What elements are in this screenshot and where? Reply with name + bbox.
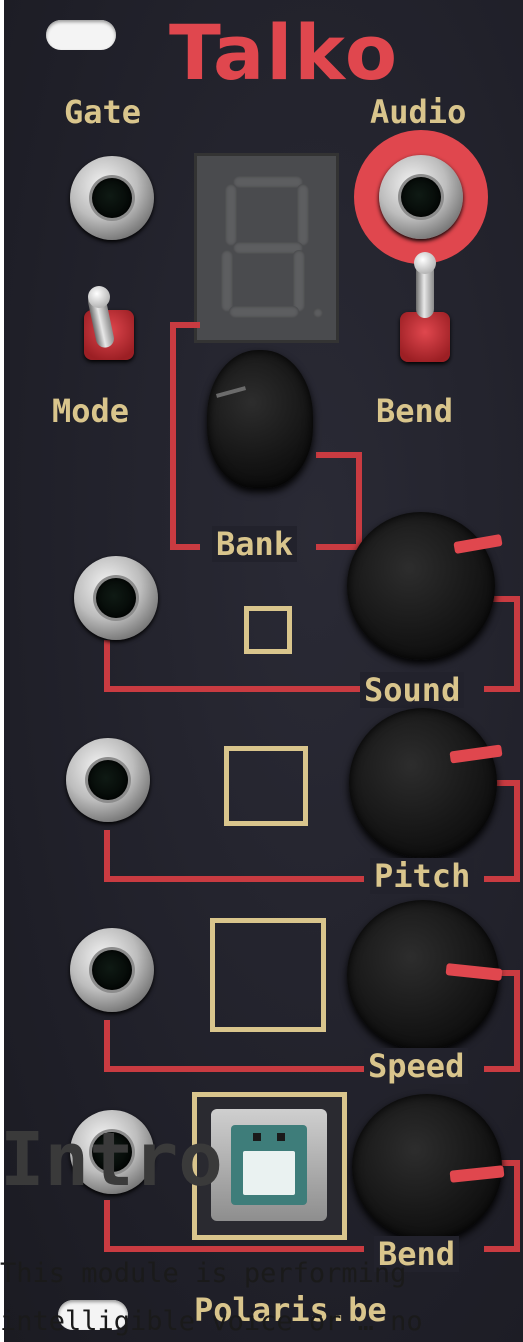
sound-cv-led	[244, 606, 292, 654]
bank-bracket-right	[316, 452, 362, 550]
audio-label: Audio	[370, 93, 467, 131]
usb-connector	[243, 1151, 295, 1195]
segment-g	[233, 242, 303, 254]
usb-port[interactable]	[211, 1109, 327, 1221]
audio-output-jack[interactable]	[379, 155, 463, 239]
pitch-label: Pitch	[370, 858, 475, 894]
segment-d	[229, 306, 299, 318]
sound-cv-jack[interactable]	[74, 556, 158, 640]
segment-c	[293, 250, 305, 312]
segment-f	[225, 184, 237, 246]
mounting-hole-top	[46, 20, 116, 50]
sound-bracket-left	[104, 640, 364, 692]
bend-toggle-base	[400, 312, 450, 362]
usb-pin-right	[277, 1133, 285, 1141]
segment-a	[233, 176, 303, 188]
sound-label: Sound	[360, 672, 465, 708]
gate-label: Gate	[64, 93, 142, 131]
segment-dp	[313, 308, 323, 318]
sound-knob[interactable]	[347, 512, 495, 660]
pitch-bracket-left	[104, 830, 364, 882]
speed-label: Speed	[364, 1048, 469, 1084]
bend-toggle-tip	[414, 252, 436, 274]
speed-cv-jack[interactable]	[70, 928, 154, 1012]
segment-e	[221, 250, 233, 312]
pitch-cv-jack[interactable]	[66, 738, 150, 822]
mode-toggle-tip	[88, 286, 110, 308]
bank-label: Bank	[212, 526, 298, 562]
intro-heading: Intro	[0, 1117, 223, 1203]
gate-input-jack[interactable]	[70, 156, 154, 240]
pitch-knob[interactable]	[349, 708, 497, 858]
speed-cv-led	[210, 918, 326, 1032]
bend-toggle-label: Bend	[376, 392, 454, 430]
usb-pin-left	[253, 1133, 261, 1141]
usb-port-inner	[231, 1125, 307, 1205]
bank-bracket-left	[170, 322, 200, 550]
module-title: Talko	[168, 8, 400, 97]
mode-label: Mode	[52, 392, 130, 430]
segment-b	[297, 184, 309, 246]
intro-text-line-2: intelligible voice or … no	[0, 1306, 423, 1337]
seven-segment-display	[194, 153, 339, 343]
intro-text-line-1: This module is performing	[0, 1258, 407, 1289]
bank-knob[interactable]	[207, 350, 313, 488]
pitch-cv-led	[224, 746, 308, 826]
